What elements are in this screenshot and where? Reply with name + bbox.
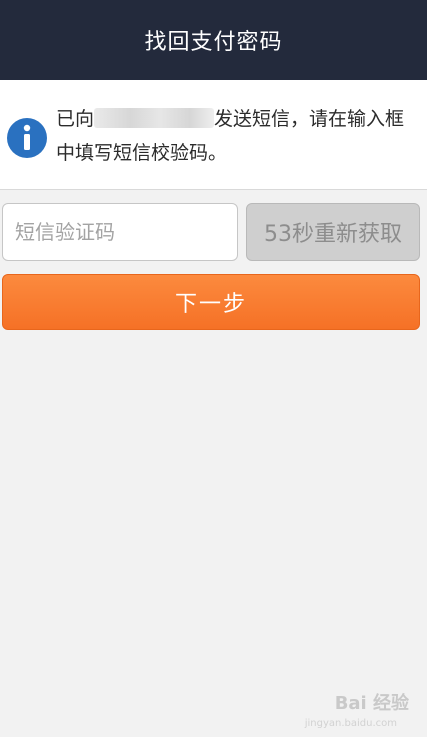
watermark-logo: Bai 经验 xyxy=(334,693,409,714)
masked-phone-number xyxy=(94,108,215,128)
notice-text-before: 已向 xyxy=(56,108,95,130)
info-icon xyxy=(7,118,47,158)
next-step-button[interactable]: 下一步 xyxy=(2,274,420,330)
sms-notice: 已向 发送短信，请在输入框中填写短信校验码。 xyxy=(0,80,427,190)
sms-code-input[interactable] xyxy=(2,203,238,261)
title-bar: 找回支付密码 xyxy=(0,0,427,80)
notice-text: 已向 发送短信，请在输入框中填写短信校验码。 xyxy=(56,102,421,170)
resend-code-button[interactable]: 53秒重新获取 xyxy=(246,203,420,261)
watermark-url: jingyan.baidu.com xyxy=(304,718,397,729)
resend-code-label: 53秒重新获取 xyxy=(264,222,402,247)
page-title: 找回支付密码 xyxy=(144,30,283,55)
next-step-label: 下一步 xyxy=(174,292,247,317)
